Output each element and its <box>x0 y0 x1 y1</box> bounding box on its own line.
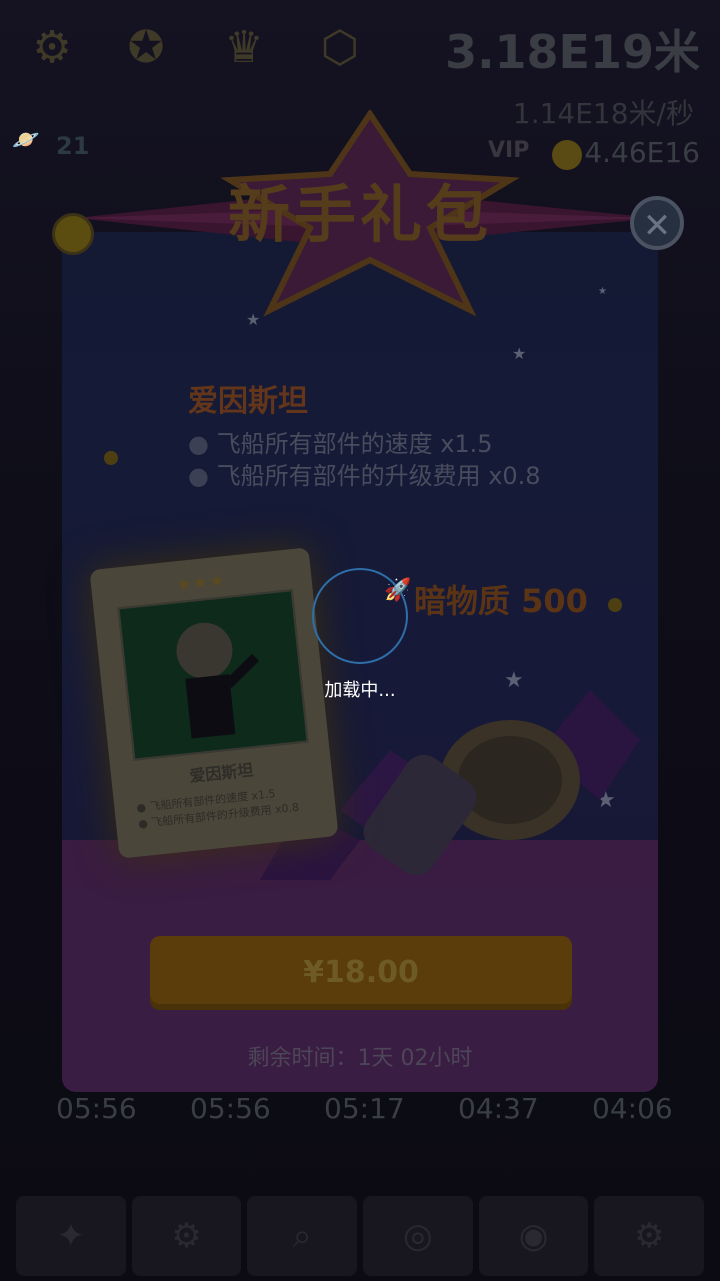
nav-settings-icon[interactable]: ⚙ <box>594 1196 705 1276</box>
nav-lab-icon[interactable]: ◉ <box>478 1196 589 1276</box>
nav-search-icon[interactable]: ⌕ <box>247 1196 358 1276</box>
crown-ranking-icon[interactable]: ♛ <box>218 22 270 74</box>
speed-readout: 1.14E18米/秒 <box>512 97 694 130</box>
hero-perks: 飞船所有部件的速度 x1.5 飞船所有部件的升级费用 x0.8 <box>188 428 541 492</box>
rocket-icon: 🚀 <box>384 578 412 603</box>
loading-text: 加载中... <box>324 680 396 701</box>
purchase-button[interactable]: ¥18.00 <box>150 936 572 1010</box>
timer-3: 05:17 <box>324 1092 405 1125</box>
nav-planet-icon[interactable]: ◎ <box>363 1196 473 1276</box>
settings-gear-icon[interactable]: ⚙ <box>26 22 78 74</box>
card-perks: ● 飞船所有部件的速度 x1.5 ● 飞船所有部件的升级费用 x0.8 <box>136 784 300 833</box>
close-button[interactable]: ✕ <box>630 196 684 250</box>
decor-dot <box>104 451 118 465</box>
nav-rocket-icon[interactable]: ✦ <box>16 1196 126 1276</box>
star-icon: ★ <box>598 286 607 297</box>
laurel-badge-icon[interactable]: ✪ <box>120 22 172 74</box>
ribbon-knob <box>52 213 94 255</box>
hero-portrait <box>117 589 309 761</box>
perk-item: 飞船所有部件的升级费用 x0.8 <box>188 460 541 492</box>
hexagon-shop-icon[interactable]: ⬡ <box>314 22 366 74</box>
reward-dark-matter: 暗物质 500 <box>414 582 588 620</box>
timer-2: 05:56 <box>190 1092 271 1125</box>
timer-row: 05:56 05:56 05:17 04:37 04:06 <box>0 1092 720 1132</box>
timer-4: 04:37 <box>458 1092 539 1125</box>
planet-count: 21 <box>56 132 90 160</box>
planet-icon: 🪐 <box>12 128 40 153</box>
perk-item: 飞船所有部件的速度 x1.5 <box>188 428 541 460</box>
hero-name: 爱因斯坦 <box>188 384 308 419</box>
distance-readout: 3.18E19米 <box>445 25 700 79</box>
timer-5: 04:06 <box>592 1092 673 1125</box>
hero-card: ★★★ 爱因斯坦 ● 飞船所有部件的速度 x1.5 ● 飞船所有部件的升级费用 … <box>89 547 339 859</box>
timer-1: 05:56 <box>56 1092 137 1125</box>
coin-icon <box>552 140 582 170</box>
nav-gear-icon[interactable]: ⚙ <box>131 1196 242 1276</box>
bottom-nav: ✦ ⚙ ⌕ ◎ ◉ ⚙ <box>16 1196 705 1276</box>
popup-title: 新手礼包 <box>227 178 492 251</box>
coin-balance: 4.46E16 <box>584 136 700 169</box>
decor-dot <box>608 598 622 612</box>
time-remaining: 剩余时间：1天 02小时 <box>247 1046 473 1071</box>
star-icon: ★ <box>512 344 527 363</box>
